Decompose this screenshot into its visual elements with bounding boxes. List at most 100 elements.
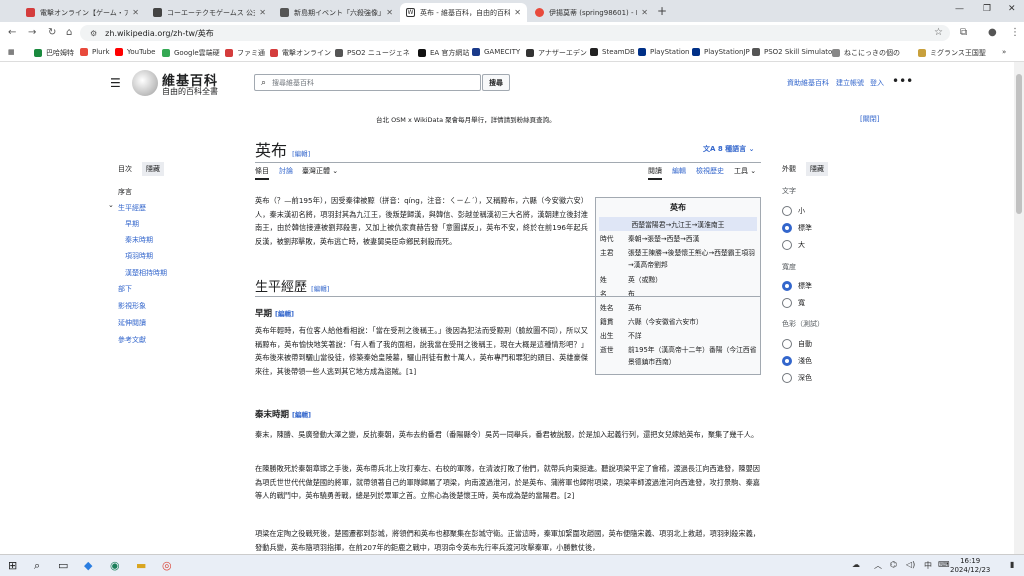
chevron-down-icon[interactable]: ⌄ bbox=[108, 201, 114, 209]
file-explorer-icon[interactable]: ▬ bbox=[136, 559, 146, 572]
search-button[interactable]: 搜尋 bbox=[482, 74, 510, 91]
toc-hide-button[interactable]: 隱藏 bbox=[142, 162, 164, 176]
profile-icon[interactable]: ● bbox=[988, 27, 997, 38]
ime-icon[interactable]: ⌨ bbox=[938, 560, 950, 569]
site-info-icon[interactable]: ⚙ bbox=[90, 29, 97, 38]
tab-talk[interactable]: 討論 bbox=[279, 166, 293, 176]
browser-tab-active[interactable]: W 英布 - 維基百科，自由的百科全 ✕ bbox=[400, 3, 527, 22]
bookmark-item[interactable]: ねこにっきの個の bbox=[832, 48, 900, 58]
back-icon[interactable]: ← bbox=[8, 27, 16, 38]
language-button[interactable]: 文A 8 種語言 ⌄ bbox=[703, 144, 754, 154]
color-dark-radio[interactable]: 深色 bbox=[782, 373, 812, 383]
notification-icon[interactable]: ▮ bbox=[1010, 560, 1014, 569]
tab-edit[interactable]: 編輯 bbox=[672, 166, 686, 176]
text-small-radio[interactable]: 小 bbox=[782, 206, 805, 216]
network-icon[interactable]: ⌬ bbox=[890, 560, 897, 569]
browser-tab[interactable]: 伊揚莫蒂 (spring98601) - Plurk ✕ bbox=[529, 3, 654, 22]
toc-item[interactable]: 序言 bbox=[118, 187, 132, 197]
bookmark-item[interactable]: PSO2 Skill Simulator bbox=[752, 48, 835, 56]
apps-icon[interactable]: ▦ bbox=[8, 48, 15, 56]
bookmark-item[interactable]: ミグランス王国聖 bbox=[918, 48, 986, 58]
toc-item[interactable]: 生平經歷 bbox=[118, 203, 146, 213]
appearance-hide-button[interactable]: 隱藏 bbox=[806, 162, 828, 176]
close-window-icon[interactable]: ✕ bbox=[1008, 4, 1016, 14]
browser-tab-bar: 電擊オンライン【ゲーム・アニ ✕ コーエーテクモゲームス 公式 ✕ 新島期イベント「… bbox=[0, 0, 1024, 22]
bookmark-item[interactable]: GAMECITY bbox=[472, 48, 520, 56]
reload-icon[interactable]: ↻ bbox=[48, 27, 56, 38]
browser-tab[interactable]: 電擊オンライン【ゲーム・アニ ✕ bbox=[20, 3, 145, 22]
bookmark-item[interactable]: SteamDB bbox=[590, 48, 635, 56]
browser-tab[interactable]: コーエーテクモゲームス 公式 ✕ bbox=[147, 3, 272, 22]
windows-start-icon[interactable]: ⊞ bbox=[8, 559, 17, 572]
bookmark-item[interactable]: PlayStationJP bbox=[692, 48, 750, 56]
color-auto-radio[interactable]: 自動 bbox=[782, 339, 812, 349]
restore-icon[interactable]: ❐ bbox=[983, 4, 991, 14]
donate-link[interactable]: 資助維基百科 bbox=[787, 78, 829, 88]
bookmark-item[interactable]: PlayStation bbox=[638, 48, 689, 56]
toc-item[interactable]: 秦末時期 bbox=[125, 235, 153, 245]
clock[interactable]: 16:19 2024/12/23 bbox=[950, 557, 990, 575]
tab-close-icon[interactable]: ✕ bbox=[641, 8, 648, 17]
tab-close-icon[interactable]: ✕ bbox=[514, 8, 521, 17]
text-standard-radio[interactable]: 標準 bbox=[782, 223, 812, 233]
toc-item[interactable]: 漢楚相持時期 bbox=[125, 268, 167, 278]
bookmark-item[interactable]: 電擊オンライン bbox=[270, 48, 331, 58]
bookmark-item[interactable]: YouTube bbox=[115, 48, 155, 56]
bookmark-item[interactable]: アナザーエデン bbox=[526, 48, 587, 58]
chrome-icon[interactable]: ◎ bbox=[162, 559, 172, 572]
tray-expand-icon[interactable]: ︿ bbox=[874, 560, 882, 571]
more-bookmarks-icon[interactable]: » bbox=[1002, 48, 1006, 56]
variant-dropdown[interactable]: 臺灣正體 ⌄ bbox=[302, 166, 338, 176]
tab-close-icon[interactable]: ✕ bbox=[259, 8, 266, 17]
tab-read[interactable]: 閱讀 bbox=[648, 166, 662, 180]
tools-dropdown[interactable]: 工具 ⌄ bbox=[734, 166, 756, 176]
weather-icon[interactable]: ☁ bbox=[852, 560, 860, 569]
browser-tab[interactable]: 新島期イベント「六殺強像」 ✕ bbox=[274, 3, 399, 22]
width-standard-radio[interactable]: 標準 bbox=[782, 281, 812, 291]
input-language[interactable]: 中 bbox=[924, 560, 932, 571]
taskbar-search-icon[interactable]: ⌕ bbox=[34, 559, 40, 573]
toc-item[interactable]: 參考文獻 bbox=[118, 335, 146, 345]
toc-item[interactable]: 項羽時期 bbox=[125, 251, 153, 261]
more-options-icon[interactable]: ••• bbox=[892, 74, 913, 88]
bookmark-item[interactable]: EA 官方網站 bbox=[418, 48, 469, 58]
color-light-radio[interactable]: 淺色 bbox=[782, 356, 812, 366]
home-icon[interactable]: ⌂ bbox=[66, 27, 72, 38]
create-account-link[interactable]: 建立帳號 bbox=[836, 78, 864, 88]
close-notice-link[interactable]: [關閉] bbox=[860, 114, 879, 124]
copilot-icon[interactable]: ◆ bbox=[84, 559, 92, 572]
bookmark-star-icon[interactable]: ☆ bbox=[934, 27, 943, 38]
toc-item[interactable]: 早期 bbox=[125, 219, 139, 229]
task-view-icon[interactable]: ▭ bbox=[58, 559, 68, 572]
tab-close-icon[interactable]: ✕ bbox=[386, 8, 393, 17]
wikipedia-globe-logo[interactable] bbox=[132, 70, 158, 96]
menu-icon[interactable]: ⋮ bbox=[1010, 27, 1020, 38]
forward-icon[interactable]: → bbox=[28, 27, 36, 38]
main-menu-icon[interactable]: ☰ bbox=[110, 76, 121, 90]
edit-link[interactable]: [編輯] bbox=[292, 150, 310, 158]
toc-item[interactable]: 延伸閱讀 bbox=[118, 318, 146, 328]
scrollbar[interactable] bbox=[1014, 62, 1024, 554]
tab-article[interactable]: 條目 bbox=[255, 166, 269, 180]
volume-icon[interactable]: ◁) bbox=[906, 560, 915, 569]
minimize-icon[interactable]: — bbox=[955, 4, 964, 14]
tab-title: 英布 - 維基百科，自由的百科全 bbox=[420, 8, 511, 17]
edge-icon[interactable]: ◉ bbox=[110, 559, 120, 572]
tab-history[interactable]: 檢視歷史 bbox=[696, 166, 724, 176]
toc-item[interactable]: 部下 bbox=[118, 284, 132, 294]
new-tab-icon[interactable]: + bbox=[657, 4, 667, 18]
bookmark-item[interactable]: Google雲端硬 bbox=[162, 48, 220, 58]
extensions-icon[interactable]: ⧉ bbox=[960, 27, 967, 38]
width-wide-radio[interactable]: 寬 bbox=[782, 298, 805, 308]
toc-item[interactable]: 影視形象 bbox=[118, 301, 146, 311]
bookmark-item[interactable]: Plurk bbox=[80, 48, 110, 56]
bookmark-item[interactable]: 巴哈姆特 bbox=[34, 48, 74, 58]
search-input[interactable]: ⌕ 搜尋維基百科 bbox=[254, 74, 481, 91]
tab-close-icon[interactable]: ✕ bbox=[132, 8, 139, 17]
login-link[interactable]: 登入 bbox=[870, 78, 884, 88]
text-large-radio[interactable]: 大 bbox=[782, 240, 805, 250]
bookmark-item[interactable]: PSO2 ニュージェネ bbox=[335, 48, 410, 58]
scrollbar-thumb[interactable] bbox=[1016, 74, 1022, 214]
bookmark-item[interactable]: ファミ通 bbox=[225, 48, 265, 58]
url-field[interactable]: ⚙ zh.wikipedia.org/zh-tw/英布 bbox=[80, 25, 950, 41]
